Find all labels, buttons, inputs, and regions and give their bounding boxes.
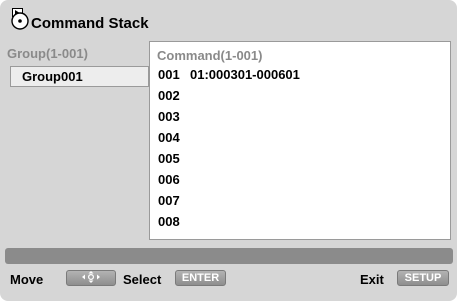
four-way-arrows-icon: [82, 271, 100, 284]
command-list-header: Command(1-001): [157, 48, 263, 63]
command-number: 003: [158, 109, 180, 124]
command-number: 008: [158, 214, 180, 229]
page-title: Command Stack: [31, 15, 149, 32]
group-list-header: Group(1-001): [7, 46, 88, 61]
command-row[interactable]: 006: [158, 172, 190, 190]
command-row[interactable]: 003: [158, 109, 190, 127]
select-label: Select: [123, 272, 162, 287]
move-arrows-key[interactable]: [66, 270, 116, 286]
command-stack-screen: Command Stack Group(1-001) Group001 Comm…: [0, 0, 457, 301]
move-label: Move: [10, 272, 44, 287]
command-row[interactable]: 007: [158, 193, 190, 211]
title-bar: Command Stack: [0, 0, 457, 38]
command-value: 01:000301-000601: [190, 67, 300, 82]
command-row[interactable]: 004: [158, 130, 190, 148]
enter-key-button[interactable]: ENTER: [175, 270, 226, 286]
message-bar: [5, 248, 453, 264]
command-number: 006: [158, 172, 180, 187]
command-stack-disc-icon: [9, 8, 31, 30]
command-row[interactable]: 002: [158, 88, 190, 106]
group-item-label: Group001: [22, 69, 83, 84]
command-row[interactable]: 005: [158, 151, 190, 169]
command-row[interactable]: 008: [158, 214, 190, 232]
command-row[interactable]: 001 01:000301-000601: [158, 67, 300, 85]
command-number: 002: [158, 88, 180, 103]
footer-key-guide: Move Select ENTER Exit SETUP: [0, 267, 457, 293]
command-number: 005: [158, 151, 180, 166]
setup-key-button[interactable]: SETUP: [397, 270, 449, 286]
command-number: 001: [158, 67, 180, 82]
exit-label: Exit: [360, 272, 384, 287]
command-number: 004: [158, 130, 180, 145]
group-list-item-group001[interactable]: Group001: [10, 66, 149, 87]
command-number: 007: [158, 193, 180, 208]
command-list-panel: Command(1-001) 001 01:000301-000601 002 0…: [149, 41, 451, 240]
